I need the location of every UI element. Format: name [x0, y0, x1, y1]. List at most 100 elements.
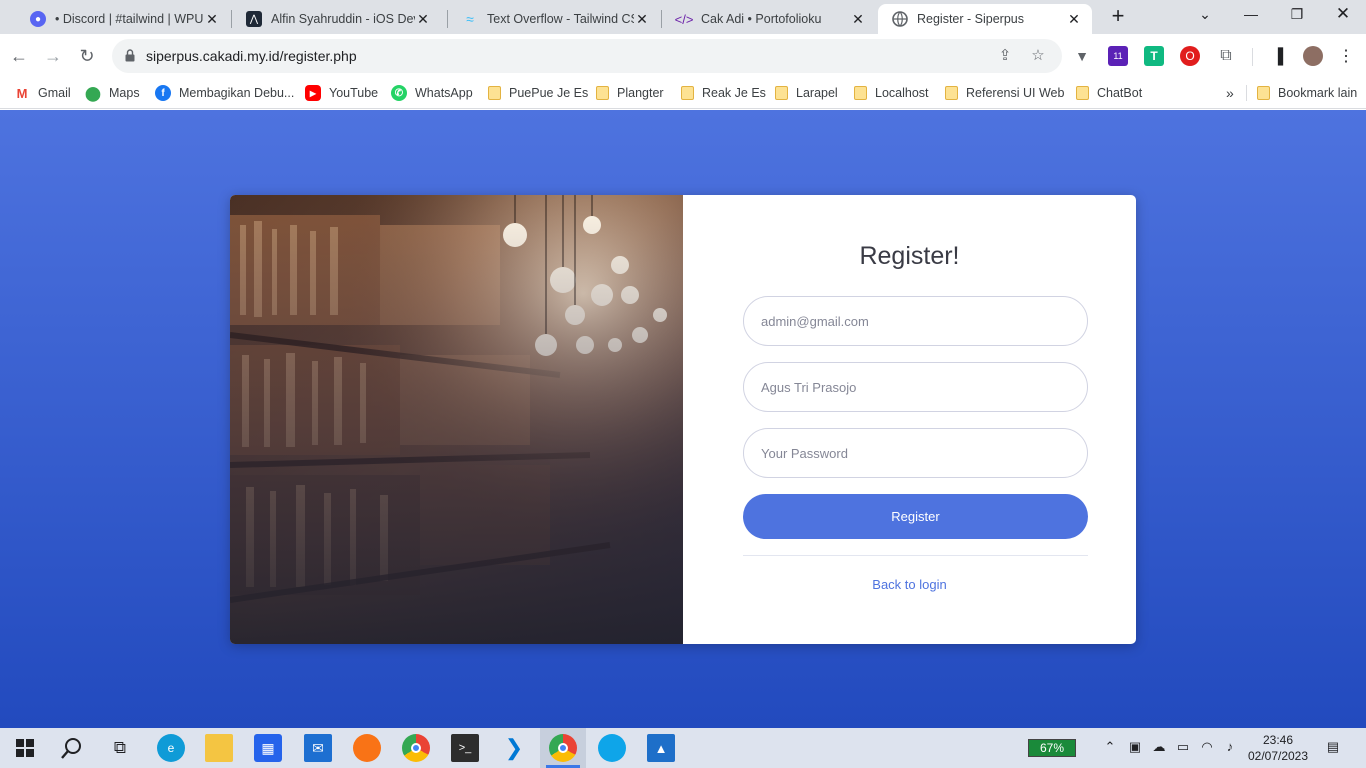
bookmark-folder[interactable]: PuePue Je Es — [488, 84, 588, 102]
bookmark-label: Membagikan Debu... — [179, 86, 295, 100]
bookmark-divider — [1246, 85, 1247, 101]
minimize-button[interactable]: — — [1228, 0, 1274, 30]
volume-icon[interactable]: ♪ — [1221, 739, 1239, 754]
bookmark-other[interactable]: Bookmark lain — [1257, 84, 1357, 102]
windows-start-icon[interactable] — [11, 734, 39, 762]
bookmark-whatsapp[interactable]: ✆ WhatsApp — [391, 84, 473, 102]
tab-title: Text Overflow - Tailwind CSS — [487, 12, 634, 26]
clock[interactable]: 23:46 02/07/2023 — [1240, 732, 1316, 764]
tab-portfolio[interactable]: </> Cak Adi • Portofolioku ✕ — [662, 4, 876, 34]
bookmark-folder[interactable]: Plangter — [596, 84, 664, 102]
edge-icon[interactable]: e — [157, 734, 185, 762]
new-tab-button[interactable]: + — [1104, 4, 1132, 30]
divider — [743, 555, 1088, 556]
folder-icon — [1076, 86, 1089, 100]
back-button[interactable]: ← — [7, 44, 31, 68]
gmail-icon: M — [16, 85, 28, 101]
bookmark-label: Referensi UI Web — [966, 86, 1065, 100]
more-bookmarks-button[interactable]: » — [1226, 84, 1234, 102]
toolbar-divider — [1252, 48, 1253, 66]
chrome-icon[interactable] — [402, 734, 430, 762]
reload-button[interactable]: ↻ — [75, 44, 99, 68]
tab-title: Cak Adi • Portofolioku — [701, 12, 822, 26]
mail-icon[interactable]: ✉ — [304, 734, 332, 762]
back-to-login-link[interactable]: Back to login — [683, 577, 1136, 592]
bookmark-folder[interactable]: Larapel — [775, 84, 838, 102]
discord-icon: ● — [30, 11, 46, 27]
battery-percent: 67% — [1039, 741, 1065, 755]
battery-icon[interactable]: ▭ — [1174, 739, 1192, 755]
battery-indicator[interactable]: 67% — [1028, 739, 1076, 757]
store-icon[interactable]: ▦ — [254, 734, 282, 762]
bookmark-facebook[interactable]: f Membagikan Debu... — [155, 84, 294, 102]
task-view-icon[interactable]: ⧉ — [106, 734, 134, 762]
folder-icon — [854, 86, 867, 100]
folder-icon — [596, 86, 609, 100]
tab-title: Alfin Syahruddin - iOS Deve — [271, 12, 415, 26]
tailwind-icon: ≈ — [466, 11, 474, 27]
bookmark-label: Larapel — [796, 86, 838, 100]
close-tab-icon[interactable]: ✕ — [634, 11, 650, 28]
forward-button[interactable]: → — [41, 44, 65, 68]
close-window-button[interactable]: ✕ — [1320, 0, 1366, 30]
bookmark-folder[interactable]: Reak Je Es — [681, 84, 766, 102]
folder-icon — [775, 86, 788, 100]
address-bar[interactable]: siperpus.cakadi.my.id/register.php ⇪ ☆ — [112, 39, 1062, 73]
more-bookmarks-label: » — [1226, 85, 1234, 101]
bookmark-gmail[interactable]: M Gmail — [14, 84, 71, 102]
page-background: Register! Register Back to login — [0, 110, 1366, 728]
name-field[interactable] — [743, 362, 1088, 412]
app-blue-icon[interactable] — [598, 734, 626, 762]
wifi-icon[interactable]: ◠ — [1198, 739, 1216, 755]
extensions-puzzle-icon[interactable]: ⧉ — [1216, 46, 1236, 66]
terminal-icon[interactable]: >_ — [451, 734, 479, 762]
register-card: Register! Register Back to login — [230, 195, 1136, 644]
tab-tailwind[interactable]: ≈ Text Overflow - Tailwind CSS ✕ — [448, 4, 660, 34]
extension-badge-icon[interactable]: 11 — [1108, 46, 1128, 66]
menu-kebab-icon[interactable]: ⋮ — [1336, 46, 1356, 66]
tab-alfin[interactable]: ⋀ Alfin Syahruddin - iOS Deve ✕ — [232, 4, 441, 34]
page-title: Register! — [859, 242, 960, 270]
tab-register[interactable]: Register - Siperpus ✕ — [878, 4, 1092, 34]
firefox-icon[interactable] — [353, 734, 381, 762]
restore-button[interactable]: ❐ — [1274, 0, 1320, 30]
side-panel-icon[interactable]: ▐ — [1268, 46, 1288, 66]
close-tab-icon[interactable]: ✕ — [850, 11, 866, 28]
password-field[interactable] — [743, 428, 1088, 478]
bookmark-folder[interactable]: Localhost — [854, 84, 929, 102]
chevron-up-icon[interactable]: ⌃ — [1101, 739, 1119, 755]
email-field[interactable] — [743, 296, 1088, 346]
extension-red-icon[interactable]: O — [1180, 46, 1200, 66]
register-button[interactable]: Register — [743, 494, 1088, 539]
close-tab-icon[interactable]: ✕ — [415, 11, 431, 28]
folder-icon — [945, 86, 958, 100]
bookmark-folder[interactable]: Referensi UI Web — [945, 84, 1064, 102]
close-tab-icon[interactable]: ✕ — [204, 11, 220, 28]
bookmark-star-icon[interactable]: ☆ — [1029, 47, 1047, 65]
device-icon[interactable]: ▣ — [1126, 739, 1144, 755]
vscode-icon[interactable]: ❯ — [500, 734, 528, 762]
windows-taskbar: ⧉ e ▦ ✉ >_ ❯ ▲ 67% ⌃ ▣ ☁ ▭ ◠ ♪ 23:46 02/… — [0, 728, 1366, 768]
portfolio-icon: </> — [674, 11, 694, 27]
bookmark-youtube[interactable]: ▶ YouTube — [305, 84, 378, 102]
tab-discord[interactable]: ● • Discord | #tailwind | WPU ✕ — [16, 4, 230, 34]
search-icon[interactable] — [58, 734, 86, 762]
lock-icon — [125, 49, 135, 62]
url-text[interactable]: siperpus.cakadi.my.id/register.php — [146, 48, 357, 64]
close-tab-icon[interactable]: ✕ — [1066, 11, 1082, 28]
bookmark-folder[interactable]: ChatBot — [1076, 84, 1142, 102]
extension-t-icon[interactable]: T — [1144, 46, 1164, 66]
bookmark-maps[interactable]: ⬤ Maps — [85, 84, 139, 102]
tab-title: Register - Siperpus — [917, 12, 1024, 26]
share-icon[interactable]: ⇪ — [996, 47, 1014, 65]
cloud-icon[interactable]: ☁ — [1150, 739, 1168, 755]
extension-v-icon[interactable]: ▼ — [1072, 46, 1092, 66]
notification-icon[interactable]: ▤ — [1324, 739, 1342, 755]
facebook-icon: f — [155, 85, 171, 101]
file-explorer-icon[interactable] — [205, 734, 233, 762]
photos-icon[interactable]: ▲ — [647, 734, 675, 762]
bookmark-label: WhatsApp — [415, 86, 473, 100]
chrome-active-icon[interactable] — [549, 734, 577, 762]
profile-avatar[interactable] — [1303, 46, 1323, 66]
tab-search-icon[interactable]: ⌄ — [1182, 0, 1228, 30]
